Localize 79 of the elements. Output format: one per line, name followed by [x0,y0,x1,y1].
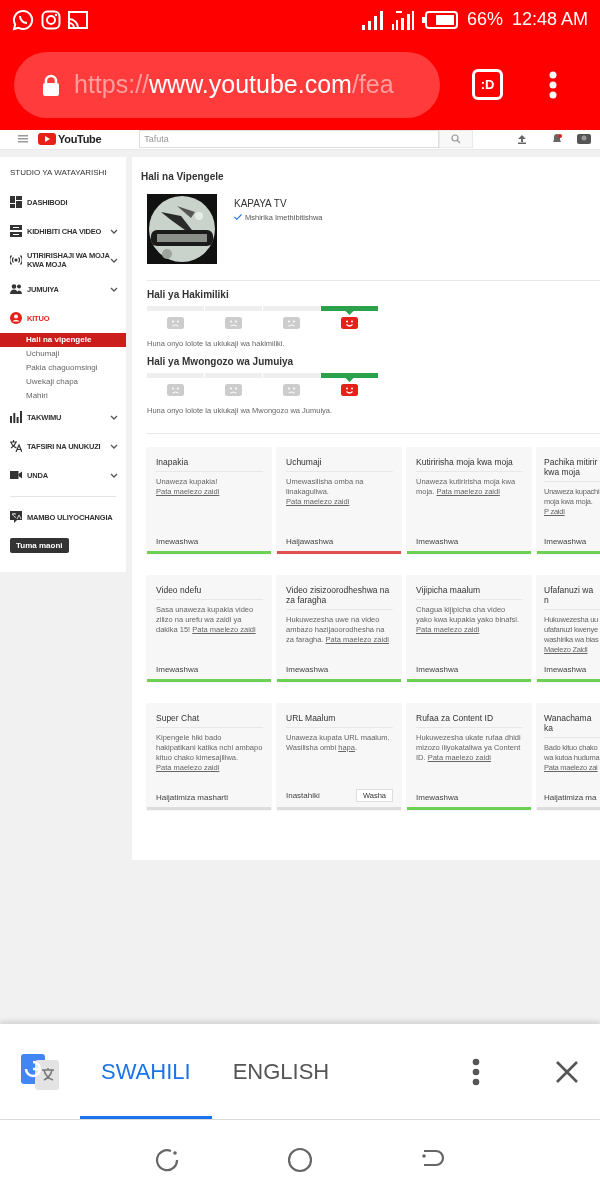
sad-face-icon [283,316,300,329]
search-field[interactable]: Tafuta [139,130,440,149]
feature-title: Rufaa za Content ID [416,712,523,728]
sad-face-icon [225,383,242,396]
translate-app-icon[interactable] [21,1053,59,1090]
person-circle-icon [10,312,22,325]
play-logo-icon[interactable] [38,133,56,146]
feature-status: Imewashwa [416,664,459,674]
sidebar-subitem[interactable]: Hali na vipengele [0,332,126,347]
section-title: Hali na Vipengele [141,170,225,182]
feature-status: Inastahiki [286,790,320,800]
home-icon[interactable] [287,1147,313,1174]
feature-title: Vijipicha maalum [416,584,523,600]
signal-icon [390,10,415,30]
stacked-rectangles-icon [10,225,22,238]
sidebar-subitem[interactable]: Pakia chaguomsingi [0,360,126,375]
sad-face-icon [167,383,184,396]
cast-icon [68,11,88,29]
url-text: https://www.youtube.com/fea [74,70,394,100]
translate-icon [10,440,22,453]
bar-chart-icon [10,411,22,424]
sidebar-title: STUDIO YA WATAYARISHI [9,167,108,177]
smiley-icon [341,316,358,329]
checkmark-icon [234,214,242,221]
broadcast-icon [10,254,22,267]
feature-title: Ufafanuzi wa n [544,584,600,610]
avatar-icon[interactable] [577,134,592,145]
feature-title: Kutiririsha moja kwa moja [416,456,523,472]
feature-status: Imewashwa [416,792,459,802]
sad-face-icon [225,316,242,329]
dashboard-icon [10,196,22,209]
feature-status: Haijatimiza masharti [156,792,229,802]
sidebar-subitem[interactable]: Uwekaji chapa [0,374,126,389]
channel-name: KAPAYA TV [234,197,288,209]
feature-title: Inapakia [156,456,263,472]
people-icon [10,283,22,296]
feature-status: Imewashwa [286,664,329,674]
status-heading: Hali ya Mwongozo wa Jumuiya [147,355,295,367]
feature-status: Imewashwa [416,536,459,546]
feature-title: Uchumaji [286,456,393,472]
feature-title: Pachika mitirir kwa moja [544,456,600,482]
chat-bubble-icon [12,9,34,31]
feature-status: Imewashwa [156,536,199,546]
feature-title: Video zisizoorodheshwa na za faragha [286,584,393,610]
feature-title: Wanachama ka [544,712,600,738]
sad-face-icon [283,383,300,396]
clock-time: 12:48 AM [511,9,588,31]
bell-icon[interactable] [551,134,564,145]
feature-title: Super Chat [156,712,263,728]
sad-face-icon [167,316,184,329]
battery-icon [421,11,458,29]
upload-icon[interactable] [517,134,528,145]
lock-icon [42,73,60,96]
feature-title: Video ndefu [156,584,263,600]
feature-status: Imewashwa [544,664,587,674]
battery-percentage: 66% [466,9,503,31]
feature-status: Haijawashwa [286,536,334,546]
feature-status: Imewashwa [544,536,587,546]
address-bar[interactable]: https://www.youtube.com/fea [14,51,440,118]
menu-icon[interactable] [18,135,28,144]
recent-apps-icon[interactable] [153,1148,180,1173]
logo-text[interactable]: YouTube [58,133,102,146]
signal-icon [359,10,384,30]
sidebar-subitem[interactable]: Uchumaji [0,346,126,361]
smiley-icon [341,383,358,396]
translate-box-icon [10,511,22,524]
feedback-button[interactable]: Tuma maoni [10,537,69,553]
status-heading: Hali ya Hakimiliki [147,288,230,300]
video-camera-icon [10,469,22,482]
close-icon[interactable] [555,1059,580,1084]
feature-status: Imewashwa [156,664,199,674]
tab-switcher-button[interactable]: :D [472,69,503,101]
sidebar-subitem[interactable]: Mahiri [0,388,126,403]
feature-title: URL Maalum [286,712,393,728]
language-tab[interactable]: ENGLISH [211,1024,351,1120]
feature-status: Haijatimiza ma [544,792,597,802]
more-options-icon[interactable] [472,1057,481,1086]
camera-icon [41,10,61,30]
menu-icon[interactable] [549,70,557,99]
